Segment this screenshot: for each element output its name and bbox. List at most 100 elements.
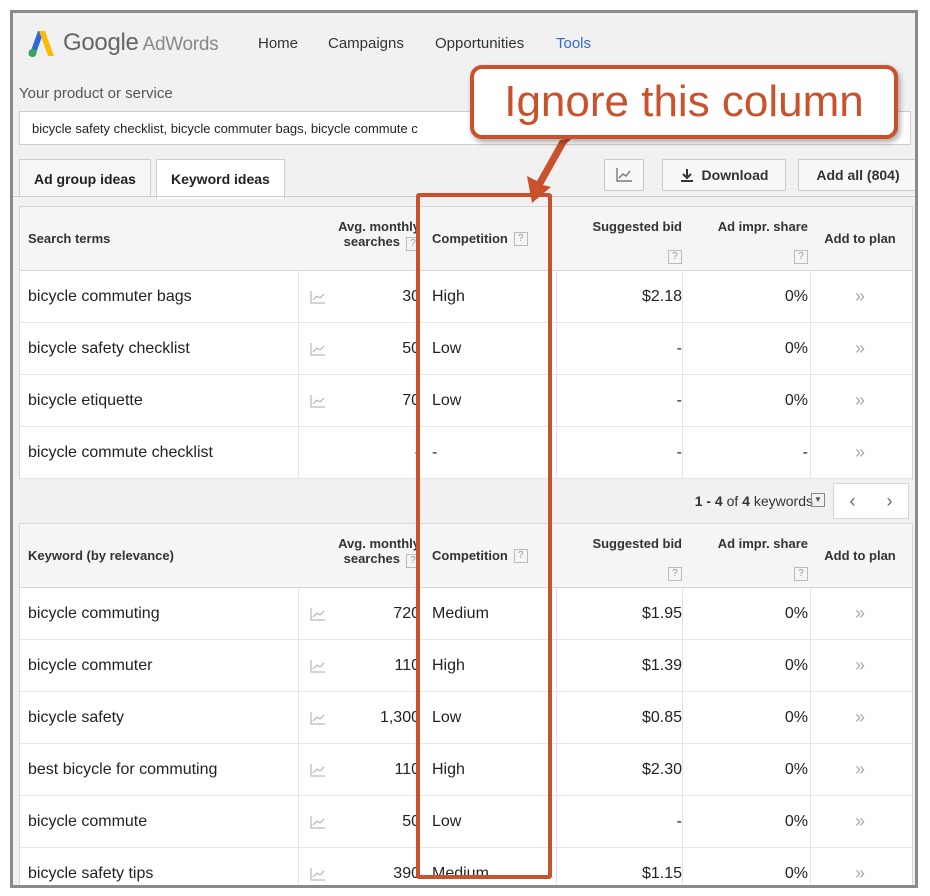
prev-page-icon[interactable]: ‹ bbox=[850, 491, 856, 512]
nav-campaigns[interactable]: Campaigns bbox=[328, 35, 404, 52]
column-divider bbox=[810, 323, 811, 374]
trend-chart-icon[interactable] bbox=[310, 394, 326, 408]
ad-impr-share: 0% bbox=[784, 391, 808, 409]
avg-monthly-searches: - bbox=[414, 443, 420, 461]
add-to-plan-button[interactable]: » bbox=[812, 588, 908, 639]
column-divider bbox=[682, 796, 683, 847]
line-chart-icon bbox=[616, 168, 632, 182]
add-to-plan-button[interactable]: » bbox=[812, 323, 908, 374]
column-divider bbox=[298, 848, 299, 885]
trend-chart-icon[interactable] bbox=[310, 763, 326, 777]
download-icon bbox=[680, 169, 693, 182]
adwords-logo[interactable]: Google AdWords bbox=[25, 27, 219, 59]
keyword-text: bicycle safety checklist bbox=[28, 339, 190, 357]
column-divider bbox=[810, 692, 811, 743]
add-to-plan-button[interactable]: » bbox=[812, 375, 908, 426]
suggested-bid: - bbox=[676, 339, 682, 357]
avg-monthly-searches: 70 bbox=[402, 391, 420, 409]
chart-button[interactable] bbox=[604, 159, 644, 191]
add-to-plan-button[interactable]: » bbox=[812, 692, 908, 743]
column-divider bbox=[682, 271, 683, 322]
column-divider bbox=[556, 271, 557, 322]
column-divider bbox=[810, 796, 811, 847]
trend-chart-icon[interactable] bbox=[310, 867, 326, 881]
download-button[interactable]: Download bbox=[662, 159, 786, 191]
avg-monthly-searches: 50 bbox=[402, 812, 420, 830]
column-divider bbox=[556, 427, 557, 478]
header-avg-monthly[interactable]: Avg. monthly searches? bbox=[338, 207, 420, 270]
pager-nav: ‹ › bbox=[833, 483, 909, 519]
trend-chart-icon[interactable] bbox=[310, 342, 326, 356]
column-divider bbox=[682, 375, 683, 426]
next-page-icon[interactable]: › bbox=[887, 491, 893, 512]
suggested-bid: $1.39 bbox=[641, 656, 682, 674]
column-divider bbox=[682, 744, 683, 795]
column-divider bbox=[298, 744, 299, 795]
avg-monthly-searches: 30 bbox=[402, 287, 420, 305]
keyword-text: best bicycle for commuting bbox=[28, 760, 218, 778]
add-to-plan-button[interactable]: » bbox=[812, 848, 908, 885]
header-suggested-bid[interactable]: Suggested bid? bbox=[560, 207, 682, 270]
nav-home[interactable]: Home bbox=[258, 35, 298, 52]
column-divider bbox=[556, 375, 557, 426]
help-icon[interactable]: ? bbox=[794, 250, 808, 264]
add-to-plan-button[interactable]: » bbox=[812, 796, 908, 847]
trend-chart-icon[interactable] bbox=[310, 711, 326, 725]
trend-cell bbox=[298, 375, 338, 426]
header-ad-impr-share[interactable]: Ad impr. share? bbox=[686, 207, 808, 270]
column-divider bbox=[298, 375, 299, 426]
suggested-bid: - bbox=[676, 812, 682, 830]
header-ad-impr-share[interactable]: Ad impr. share? bbox=[686, 524, 808, 587]
add-to-plan-button[interactable]: » bbox=[812, 744, 908, 795]
avg-monthly-searches: 720 bbox=[393, 604, 420, 622]
add-all-button[interactable]: Add all (804) bbox=[798, 159, 915, 191]
header-avg-monthly[interactable]: Avg. monthly searches? bbox=[338, 524, 420, 587]
suggested-bid: $2.30 bbox=[641, 760, 682, 778]
tab-keyword-ideas[interactable]: Keyword ideas bbox=[156, 159, 285, 199]
avg-monthly-searches: 110 bbox=[394, 760, 420, 778]
help-icon[interactable]: ? bbox=[668, 567, 682, 581]
add-to-plan-button[interactable]: » bbox=[812, 640, 908, 691]
trend-chart-icon[interactable] bbox=[310, 815, 326, 829]
column-divider bbox=[682, 848, 683, 885]
trend-cell bbox=[298, 692, 338, 743]
ad-impr-share: 0% bbox=[784, 287, 808, 305]
column-divider bbox=[298, 640, 299, 691]
help-icon[interactable]: ? bbox=[794, 567, 808, 581]
trend-chart-icon[interactable] bbox=[310, 659, 326, 673]
trend-chart-icon[interactable] bbox=[310, 607, 326, 621]
column-divider bbox=[298, 271, 299, 322]
trend-chart-icon[interactable] bbox=[310, 290, 326, 304]
add-to-plan-button[interactable]: » bbox=[812, 271, 908, 322]
header-keyword-relevance[interactable]: Keyword (by relevance) bbox=[28, 524, 298, 587]
adwords-logo-icon bbox=[28, 31, 54, 57]
column-divider bbox=[682, 323, 683, 374]
help-icon[interactable]: ? bbox=[668, 250, 682, 264]
column-divider bbox=[298, 588, 299, 639]
column-divider bbox=[556, 796, 557, 847]
trend-cell bbox=[298, 323, 338, 374]
pager-dropdown-icon[interactable]: ▼ bbox=[811, 493, 825, 507]
competition-column-highlight bbox=[416, 193, 552, 879]
header-search-terms[interactable]: Search terms bbox=[28, 207, 298, 270]
logo-text: Google AdWords bbox=[63, 29, 219, 56]
keyword-text: bicycle commuting bbox=[28, 604, 160, 622]
column-divider bbox=[682, 692, 683, 743]
keyword-text: bicycle commuter bbox=[28, 656, 153, 674]
column-divider bbox=[298, 323, 299, 374]
add-to-plan-button[interactable]: » bbox=[812, 427, 908, 478]
trend-cell bbox=[298, 796, 338, 847]
tab-ad-group-ideas[interactable]: Ad group ideas bbox=[19, 159, 151, 197]
nav-tools[interactable]: Tools bbox=[556, 35, 591, 52]
pager-text: 1 - 4 of 4 keywords bbox=[694, 493, 813, 509]
trend-cell bbox=[298, 744, 338, 795]
column-divider bbox=[556, 848, 557, 885]
download-label: Download bbox=[701, 167, 769, 183]
avg-monthly-searches: 50 bbox=[402, 339, 420, 357]
trend-cell bbox=[298, 271, 338, 322]
ad-impr-share: - bbox=[802, 443, 808, 461]
trend-cell bbox=[298, 848, 338, 885]
header-suggested-bid[interactable]: Suggested bid? bbox=[560, 524, 682, 587]
nav-opportunities[interactable]: Opportunities bbox=[435, 35, 524, 52]
column-divider bbox=[682, 640, 683, 691]
